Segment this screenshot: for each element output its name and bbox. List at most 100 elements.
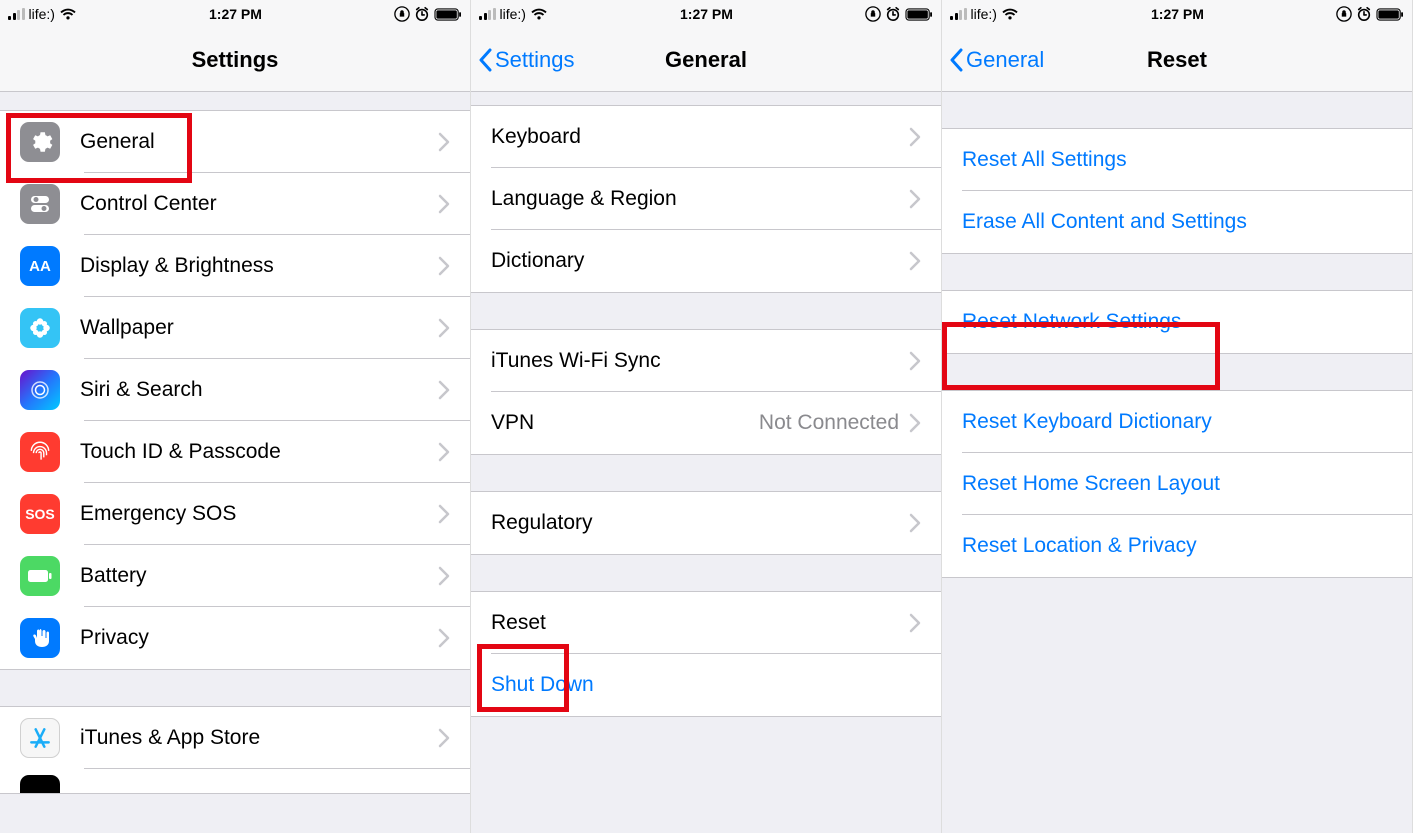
settings-row-touchid[interactable]: Touch ID & Passcode [0, 421, 470, 483]
general-row-shutdown[interactable]: Shut Down [471, 654, 941, 716]
row-label: Reset Home Screen Layout [962, 472, 1392, 496]
status-time: 1:27 PM [680, 6, 733, 22]
general-row-regulatory[interactable]: Regulatory [471, 492, 941, 554]
settings-screen: life:) 1:27 PM Settings General Control … [0, 0, 471, 833]
general-row-reset[interactable]: Reset [471, 592, 941, 654]
reset-row-location-privacy[interactable]: Reset Location & Privacy [942, 515, 1412, 577]
row-label: General [80, 130, 438, 154]
sos-icon: SOS [20, 494, 60, 534]
reset-row-keyboard-dict[interactable]: Reset Keyboard Dictionary [942, 391, 1412, 453]
carrier-label: life:) [971, 6, 997, 22]
reset-row-all-settings[interactable]: Reset All Settings [942, 129, 1412, 191]
row-label: iTunes Wi-Fi Sync [491, 349, 909, 373]
row-label: Battery [80, 564, 438, 588]
alarm-icon [885, 6, 901, 22]
hand-icon [20, 618, 60, 658]
chevron-right-icon [438, 728, 450, 748]
settings-row-battery[interactable]: Battery [0, 545, 470, 607]
row-label: Wallpaper [80, 316, 438, 340]
row-label: Reset Network Settings [962, 310, 1392, 334]
chevron-right-icon [909, 127, 921, 147]
row-label: Privacy [80, 626, 438, 650]
settings-row-partial[interactable] [0, 769, 470, 793]
nav-bar: Settings [0, 28, 470, 92]
settings-row-general[interactable]: General [0, 111, 470, 173]
signal-icon [8, 8, 25, 20]
general-row-keyboard[interactable]: Keyboard [471, 106, 941, 168]
wifi-icon [59, 8, 77, 21]
settings-row-sos[interactable]: SOS Emergency SOS [0, 483, 470, 545]
row-label: Display & Brightness [80, 254, 438, 278]
page-title: Settings [0, 47, 470, 73]
settings-row-itunes[interactable]: iTunes & App Store [0, 707, 470, 769]
chevron-left-icon [948, 48, 964, 72]
gear-icon [20, 122, 60, 162]
row-label: Erase All Content and Settings [962, 210, 1392, 234]
battery-status-icon [905, 8, 933, 21]
row-label: Shut Down [491, 673, 921, 697]
nav-bar: Settings General [471, 28, 941, 92]
alarm-icon [1356, 6, 1372, 22]
general-screen: life:) 1:27 PM Settings General Keyboard… [471, 0, 942, 833]
settings-row-control-center[interactable]: Control Center [0, 173, 470, 235]
carrier-label: life:) [500, 6, 526, 22]
row-label: Reset All Settings [962, 148, 1392, 172]
row-label: Touch ID & Passcode [80, 440, 438, 464]
chevron-right-icon [909, 613, 921, 633]
reset-screen: life:) 1:27 PM General Reset Reset All S… [942, 0, 1413, 833]
row-label: VPN [491, 411, 759, 435]
battery-status-icon [1376, 8, 1404, 21]
row-label: iTunes & App Store [80, 726, 438, 750]
row-label: Reset [491, 611, 909, 635]
back-label: Settings [495, 47, 575, 73]
row-label: Language & Region [491, 187, 909, 211]
chevron-right-icon [438, 194, 450, 214]
settings-row-privacy[interactable]: Privacy [0, 607, 470, 669]
back-button[interactable]: Settings [471, 47, 575, 73]
general-row-itunes-wifi[interactable]: iTunes Wi-Fi Sync [471, 330, 941, 392]
reset-row-network[interactable]: Reset Network Settings [942, 291, 1412, 353]
alarm-icon [414, 6, 430, 22]
siri-icon [20, 370, 60, 410]
row-label: Siri & Search [80, 378, 438, 402]
signal-icon [479, 8, 496, 20]
rotation-lock-icon [1336, 6, 1352, 22]
chevron-right-icon [438, 318, 450, 338]
chevron-right-icon [909, 351, 921, 371]
settings-row-siri[interactable]: Siri & Search [0, 359, 470, 421]
vpn-status-value: Not Connected [759, 411, 899, 435]
settings-row-display[interactable]: AA Display & Brightness [0, 235, 470, 297]
row-label: Keyboard [491, 125, 909, 149]
row-label: Reset Keyboard Dictionary [962, 410, 1392, 434]
chevron-right-icon [909, 513, 921, 533]
fingerprint-icon [20, 432, 60, 472]
chevron-right-icon [909, 413, 921, 433]
reset-row-home-layout[interactable]: Reset Home Screen Layout [942, 453, 1412, 515]
reset-row-erase-all[interactable]: Erase All Content and Settings [942, 191, 1412, 253]
back-button[interactable]: General [942, 47, 1044, 73]
general-row-vpn[interactable]: VPN Not Connected [471, 392, 941, 454]
wifi-icon [530, 8, 548, 21]
chevron-right-icon [909, 189, 921, 209]
rotation-lock-icon [865, 6, 881, 22]
general-row-language[interactable]: Language & Region [471, 168, 941, 230]
rotation-lock-icon [394, 6, 410, 22]
status-time: 1:27 PM [209, 6, 262, 22]
carrier-label: life:) [29, 6, 55, 22]
row-label: Reset Location & Privacy [962, 534, 1392, 558]
nav-bar: General Reset [942, 28, 1412, 92]
general-row-dictionary[interactable]: Dictionary [471, 230, 941, 292]
status-time: 1:27 PM [1151, 6, 1204, 22]
wallet-icon [20, 775, 60, 793]
row-label: Regulatory [491, 511, 909, 535]
chevron-right-icon [909, 251, 921, 271]
settings-row-wallpaper[interactable]: Wallpaper [0, 297, 470, 359]
battery-icon [20, 556, 60, 596]
status-bar: life:) 1:27 PM [942, 0, 1412, 28]
chevron-right-icon [438, 132, 450, 152]
chevron-right-icon [438, 504, 450, 524]
status-bar: life:) 1:27 PM [0, 0, 470, 28]
chevron-right-icon [438, 628, 450, 648]
row-label: Control Center [80, 192, 438, 216]
chevron-right-icon [438, 442, 450, 462]
